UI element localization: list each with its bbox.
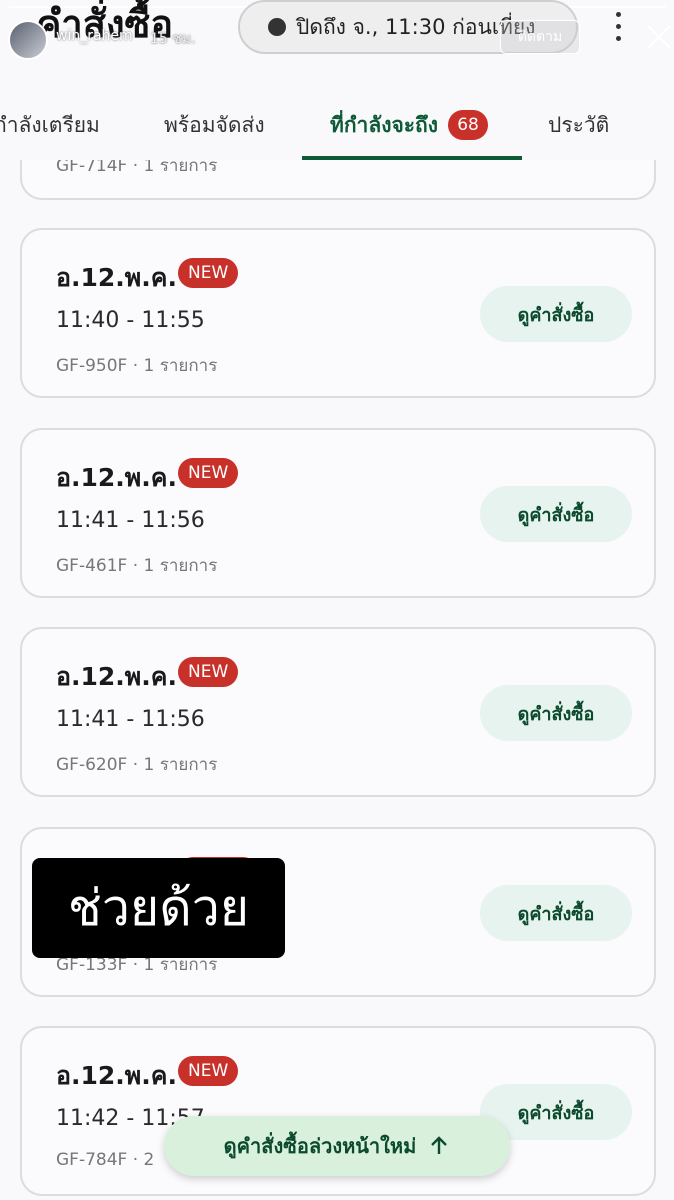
order-date: อ.12.พ.ค. <box>56 1061 177 1090</box>
tab-upcoming[interactable]: ที่กำลังจะถึง 68 <box>330 92 489 158</box>
order-date: อ.12.พ.ค. <box>56 662 177 691</box>
order-date: อ.12.พ.ค. <box>56 263 177 292</box>
avatar[interactable] <box>8 20 48 60</box>
order-id: GF-950F · 1 รายการ <box>56 356 218 376</box>
view-new-preorders-button[interactable]: ดูคำสั่งซื้อล่วงหน้าใหม่ <box>164 1116 510 1176</box>
story-time: 15 ชม. <box>150 31 196 47</box>
new-badge: NEW <box>178 657 239 687</box>
float-button-label: ดูคำสั่งซื้อล่วงหน้าใหม่ <box>223 1134 417 1158</box>
order-time: 11:41 - 11:56 <box>56 707 205 732</box>
view-order-button[interactable]: ดูคำสั่งซื้อ <box>480 486 632 542</box>
order-date: อ.12.พ.ค. <box>56 463 177 492</box>
tab-preparing[interactable]: กำลังเตรียม <box>0 92 100 158</box>
tab-label: พร้อมจัดส่ง <box>164 112 265 137</box>
tab-label: ที่กำลังจะถึง <box>330 112 439 137</box>
order-id: GF-620F · 1 รายการ <box>56 755 218 775</box>
tab-history[interactable]: ประวัติ <box>548 92 609 158</box>
view-order-button[interactable]: ดูคำสั่งซื้อ <box>480 685 632 741</box>
overlay-caption: ช่วยด้วย <box>32 858 285 958</box>
view-order-button[interactable]: ดูคำสั่งซื้อ <box>480 286 632 342</box>
new-badge: NEW <box>178 1056 239 1086</box>
order-card[interactable]: อ.12.พ.ค. NEW 11:41 - 11:56 GF-461F · 1 … <box>20 428 656 598</box>
order-time: 11:40 - 11:55 <box>56 308 205 333</box>
order-id: GF-461F · 1 รายการ <box>56 556 218 576</box>
arrow-up-icon <box>431 1136 448 1154</box>
app-header: คำสั่งซื้อ win_rahem 15 ชม. ปิดถึง จ., 1… <box>0 0 674 160</box>
order-tabs: กำลังเตรียม พร้อมจัดส่ง ที่กำลังจะถึง 68… <box>0 92 674 160</box>
order-id: GF-784F · 2 <box>56 1150 155 1170</box>
tab-label: ประวัติ <box>548 112 610 137</box>
view-order-button[interactable]: ดูคำสั่งซื้อ <box>480 885 632 941</box>
new-badge: NEW <box>178 258 239 288</box>
active-tab-indicator <box>302 156 522 160</box>
new-badge: NEW <box>178 458 239 488</box>
tab-ready-to-ship[interactable]: พร้อมจัดส่ง <box>164 92 265 158</box>
tab-label: กำลังเตรียม <box>0 112 100 137</box>
order-card[interactable]: อ.12.พ.ค. NEW 11:40 - 11:55 GF-950F · 1 … <box>20 228 656 398</box>
story-username[interactable]: win_rahem <box>56 28 133 44</box>
count-badge: 68 <box>448 110 489 140</box>
status-dot-icon <box>268 18 286 36</box>
follow-button[interactable]: ติดตาม <box>500 20 580 54</box>
order-time: 11:41 - 11:56 <box>56 508 205 533</box>
close-icon[interactable] <box>644 22 674 52</box>
more-options-icon[interactable] <box>606 8 630 44</box>
order-card[interactable]: อ.12.พ.ค. NEW 11:41 - 11:56 GF-620F · 1 … <box>20 627 656 797</box>
